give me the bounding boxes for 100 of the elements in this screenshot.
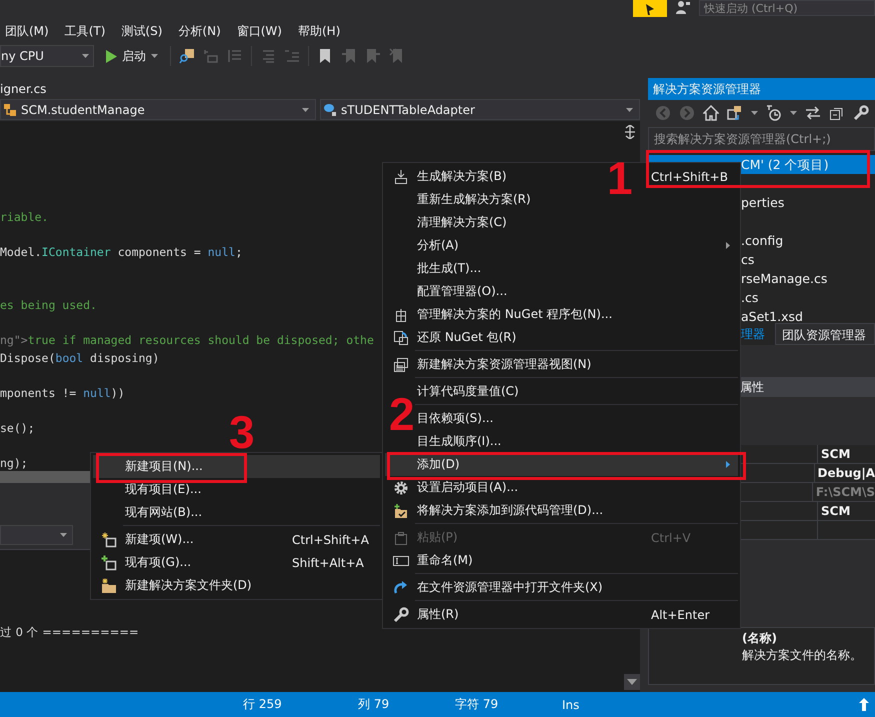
package-icon [393, 306, 409, 322]
panel-title: 属性 [740, 378, 764, 396]
file-tab[interactable]: igner.cs [0, 82, 46, 96]
code-line: se(); [0, 420, 35, 438]
property-value: SCM [820, 503, 850, 520]
status-text: 字符 79 [455, 696, 500, 713]
step-number: 3 [229, 412, 255, 452]
folder-check-icon [393, 502, 409, 518]
menu-item[interactable]: 分析(A) [417, 237, 459, 254]
property-value: F:\SCM\S [814, 484, 875, 501]
step-number: 2 [389, 394, 415, 434]
menu-item[interactable]: 配置管理器(O)... [417, 283, 508, 300]
status-text: 列 79 [358, 696, 390, 713]
menu-item[interactable]: 添加(D) [385, 453, 738, 476]
caret-icon [626, 108, 633, 112]
menu-item[interactable]: 清理解决方案(C) [417, 214, 507, 231]
bookmark-icon[interactable] [317, 48, 333, 64]
step-number: 1 [607, 158, 633, 198]
curved-arrow-icon [393, 580, 409, 596]
search-field[interactable]: 搜索解决方案资源管理器(Ctrl+;) [648, 127, 875, 151]
wrench-icon[interactable] [853, 105, 869, 121]
download-icon [393, 168, 409, 184]
code-line: Model.IContainer components = null; [0, 244, 242, 262]
gear-icon [393, 480, 409, 496]
menu-item[interactable]: 帮助(H) [298, 23, 340, 40]
menu-item[interactable]: 新建解决方案资源管理器视图(N) [417, 356, 592, 373]
caret-icon [60, 533, 67, 537]
status-text: Ins [562, 698, 580, 712]
code-line: Dispose(bool disposing) [0, 350, 160, 367]
menu-item[interactable]: 现有项(G)... [125, 554, 192, 571]
folder-sparkle-icon [101, 578, 117, 594]
menu-item[interactable]: 新建解决方案文件夹(D) [125, 577, 252, 594]
code-line: ng); [0, 455, 28, 472]
menu-item[interactable]: 新建项目(N)... [93, 455, 380, 478]
menu-item[interactable]: 分析(N) [178, 23, 221, 40]
feedback-button[interactable] [633, 0, 667, 17]
split-icon[interactable] [625, 125, 635, 139]
class-icon [3, 102, 17, 116]
menu-item[interactable]: 重新生成解决方案(R) [417, 191, 531, 208]
menu-item[interactable]: 将解决方案添加到源代码管理(D)... [417, 502, 604, 519]
caret-icon [302, 108, 309, 112]
shortcut-label: Shift+Alt+A [292, 556, 364, 570]
output-line: 过 0 个 ========== [0, 625, 139, 640]
history-icon[interactable] [766, 105, 782, 121]
member-dropdown[interactable]: sTUDENTTableAdapter [320, 99, 640, 120]
platform-dropdown[interactable]: ny CPU [0, 45, 94, 67]
menu-item[interactable]: 团队(M) [5, 23, 49, 40]
menu-item[interactable]: 目依赖项(S)... [417, 410, 494, 427]
menu-item[interactable]: 新建项(W)... [125, 531, 194, 548]
menu-item[interactable]: 批生成(T)... [417, 260, 482, 277]
collapse-icon[interactable] [829, 105, 845, 121]
property-value: SCM [820, 446, 850, 463]
scroll-down-icon[interactable] [624, 674, 640, 690]
menu-item[interactable]: 工具(T) [64, 23, 106, 40]
menu-item[interactable]: 窗口(W) [236, 23, 282, 40]
quick-launch-field[interactable]: 快速启动 (Ctrl+Q) [699, 0, 875, 16]
code-line: ng">true if managed resources should be disposed; othe [0, 332, 374, 350]
menu-item[interactable]: 在文件资源管理器中打开文件夹(X) [417, 579, 603, 596]
type-dropdown[interactable]: SCM.studentManage [0, 99, 316, 120]
person-icon[interactable] [675, 0, 691, 15]
document-arrow-icon [393, 330, 409, 346]
sparkle-square-icon [101, 532, 117, 548]
description-text: 解决方案文件的名称。 [742, 648, 862, 662]
code-line: riable. [0, 208, 48, 226]
menu-item[interactable]: 目生成顺序(I)... [417, 433, 502, 450]
home-icon[interactable] [703, 105, 719, 121]
field-icon [323, 102, 337, 116]
up-arrow-icon[interactable] [859, 698, 869, 711]
menu-item[interactable]: 现有项目(E)... [125, 481, 202, 498]
menu-item[interactable]: 属性(R) [417, 606, 459, 623]
menu-item[interactable]: 现有网站(B)... [125, 504, 202, 521]
sync-icon[interactable] [727, 105, 743, 121]
description-title: (名称) [742, 630, 778, 647]
menu-item[interactable]: 还原 NuGet 包(R) [417, 329, 516, 346]
start-button[interactable]: 启动 [102, 48, 162, 64]
windows-icon [393, 356, 409, 372]
menu-item[interactable]: 重命名(M) [417, 552, 473, 569]
caret-icon [751, 111, 758, 115]
menu-item[interactable]: 管理解决方案的 NuGet 程序包(N)... [417, 306, 612, 323]
panel-title: 解决方案资源管理器 [653, 80, 761, 98]
code-line: mponents != null)) [0, 384, 125, 402]
status-text: 行 259 [243, 696, 283, 713]
shortcut-label: Alt+Enter [651, 608, 710, 622]
flag-icon [644, 2, 656, 14]
folder-search-icon[interactable] [179, 48, 195, 64]
shortcut-label: Ctrl+V [651, 530, 691, 544]
menu-item[interactable]: 测试(S) [121, 23, 162, 40]
code-line: es being used. [0, 296, 97, 314]
menu-item[interactable]: 计算代码度量值(C) [417, 383, 519, 400]
property-value: Debug|A [816, 465, 875, 482]
menu-item[interactable]: 设置启动项目(A)... [417, 479, 518, 496]
menu-item[interactable]: 生成解决方案(B) [417, 168, 507, 185]
clipboard-icon [393, 530, 409, 546]
caret-icon [790, 111, 797, 115]
shortcut-label: Ctrl+Shift+A [292, 532, 369, 546]
caret-icon [151, 54, 158, 58]
play-icon [106, 50, 117, 62]
plus-square-icon [101, 554, 117, 570]
tab[interactable]: 团队资源管理器 [775, 323, 875, 345]
swap-arrows-icon[interactable] [805, 105, 821, 121]
